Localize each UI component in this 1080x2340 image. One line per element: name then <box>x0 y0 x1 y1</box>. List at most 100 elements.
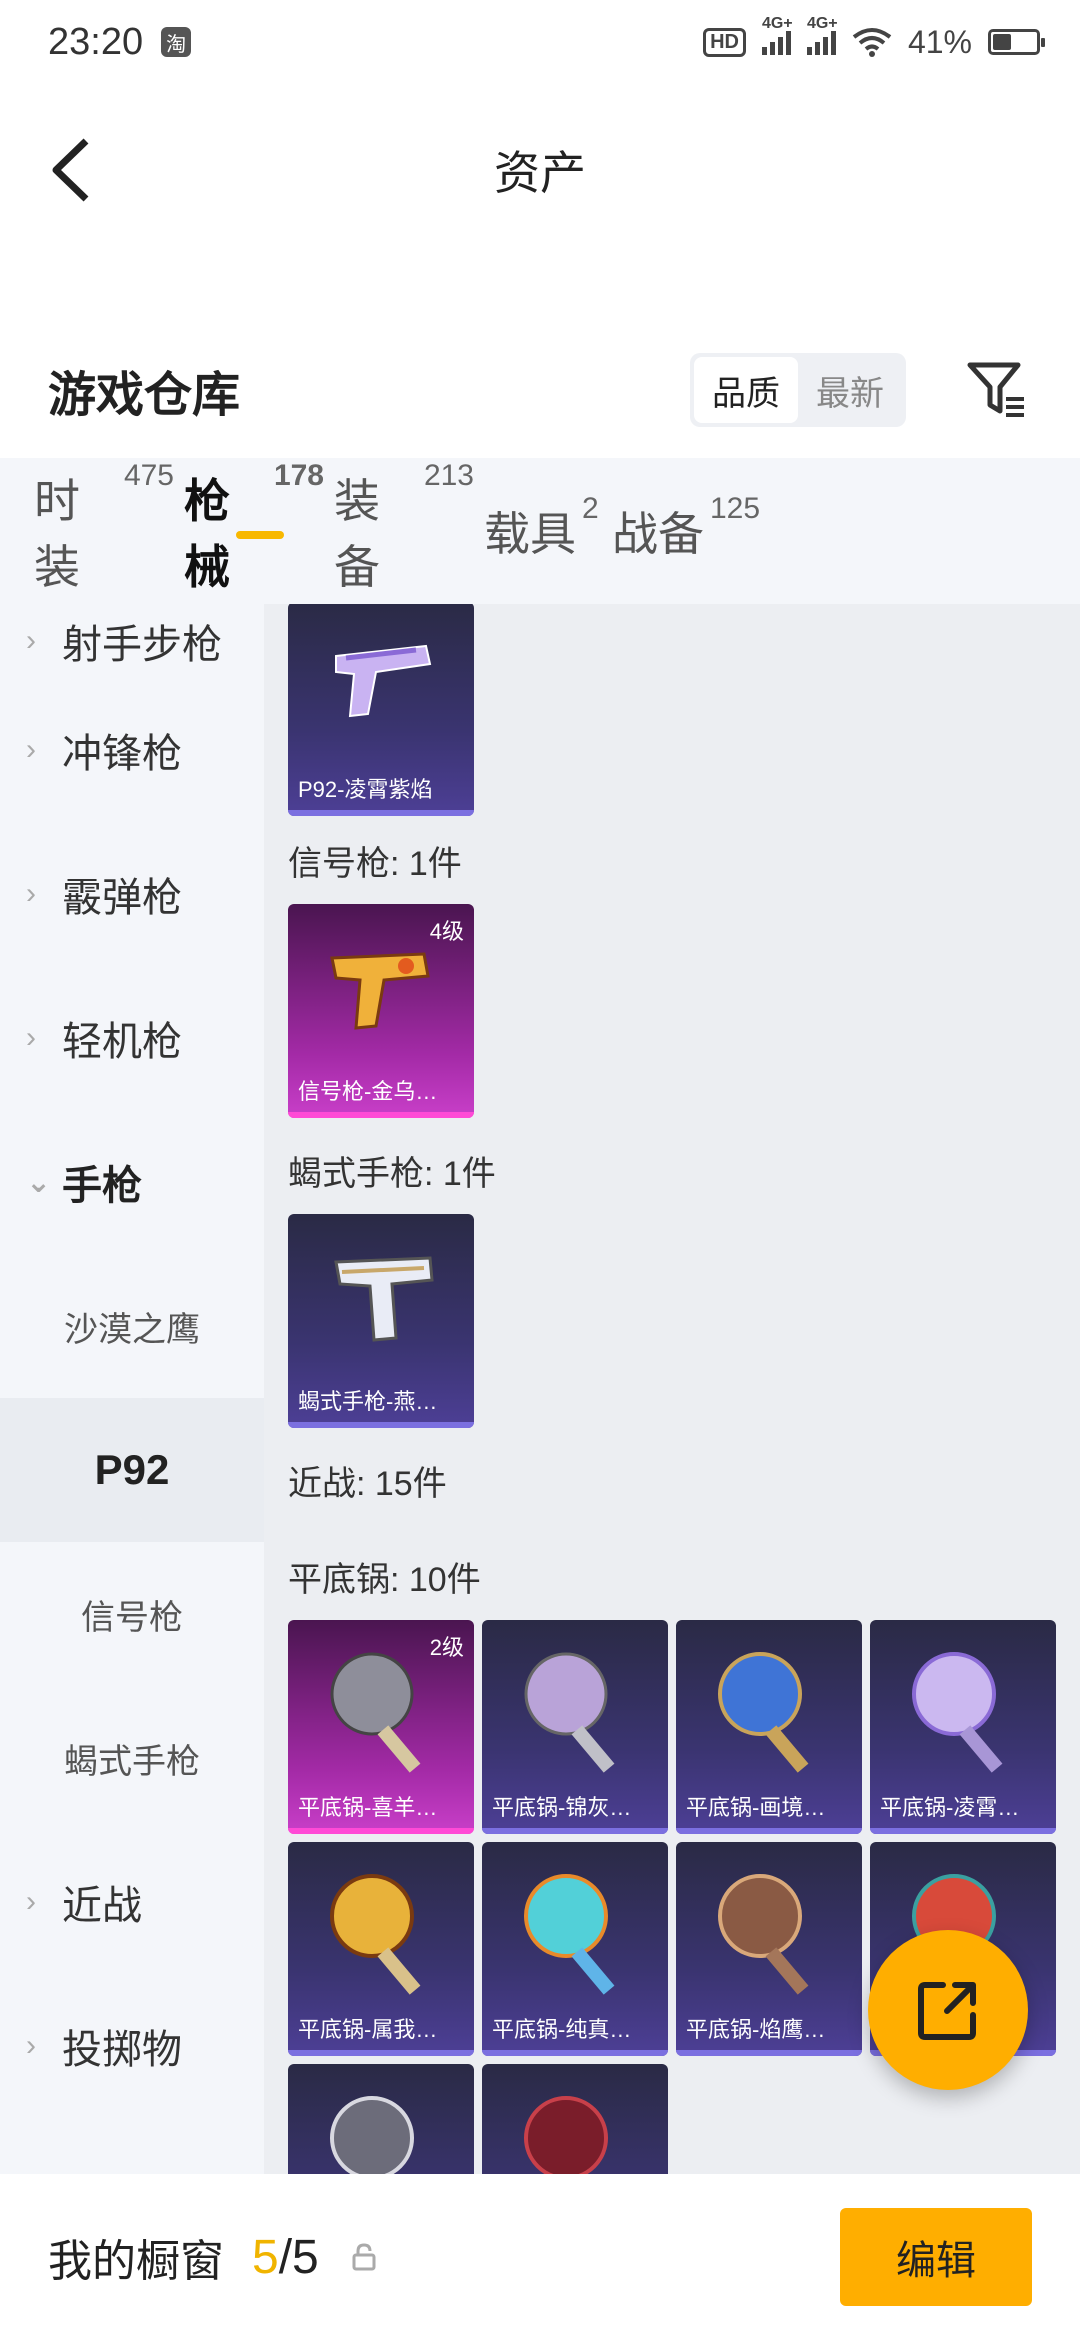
sidebar-item-label: 手枪 <box>62 1164 142 1208</box>
section-melee: 近战: 15件 <box>288 1465 447 1503</box>
tab-label: 战备 <box>612 508 704 560</box>
sidebar-item-lmg[interactable]: › 轻机枪 <box>0 966 264 1110</box>
rarity-bar <box>482 1828 668 1834</box>
sidebar-item-shotgun[interactable]: › 霰弹枪 <box>0 822 264 966</box>
rarity-bar <box>288 2050 474 2056</box>
sidebar-item-label: 霰弹枪 <box>62 876 182 920</box>
tab-vehicles[interactable]: 载具 2 <box>484 492 612 564</box>
back-button[interactable] <box>40 130 100 210</box>
tab-guns[interactable]: 枪械 178 <box>184 459 334 597</box>
item-card-flare-gun[interactable]: 4级 信号枪-金乌… <box>288 904 474 1118</box>
sidebar-item-scorpion[interactable]: 蝎式手枪 <box>0 1686 264 1830</box>
item-card-pan[interactable]: 平底锅-纯真… <box>482 1842 668 2056</box>
item-card-pan[interactable] <box>482 2064 668 2174</box>
chevron-left-icon <box>52 138 89 202</box>
item-card-scorpion[interactable]: 蝎式手枪-燕… <box>288 1214 474 1428</box>
level-badge: 2级 <box>429 1635 464 1660</box>
item-name: 平底锅-属我… <box>298 2017 438 2042</box>
sidebar-item-p92[interactable]: P92 <box>0 1398 264 1542</box>
sidebar-item-label: 蝎式手枪 <box>64 1742 200 1781</box>
rarity-bar <box>676 1828 862 1834</box>
rarity-bar <box>288 1112 474 1118</box>
tab-count: 475 <box>123 459 174 492</box>
item-card-p92[interactable]: P92-凌霄紫焰 <box>288 604 474 816</box>
sidebar-item-dmr[interactable]: › 射手步枪 <box>0 604 264 678</box>
filter-button[interactable] <box>962 355 1032 425</box>
sidebar-item-label: 沙漠之鹰 <box>64 1310 200 1349</box>
sidebar-item-label: 近战 <box>62 1884 142 1928</box>
sidebar-item-desert-eagle[interactable]: 沙漠之鹰 <box>0 1254 264 1398</box>
taobao-notification-icon: 淘 <box>161 27 192 57</box>
pan-art-icon <box>524 1874 615 1995</box>
rarity-bar <box>482 2050 668 2056</box>
item-card-pan[interactable] <box>288 2064 474 2174</box>
sidebar-item-flare-gun[interactable]: 信号枪 <box>0 1542 264 1686</box>
filter-icon <box>967 362 1024 417</box>
item-name: 平底锅-喜羊… <box>298 1795 438 1820</box>
sidebar-item-label: P92 <box>94 1446 170 1493</box>
item-name: 平底锅-纯真… <box>492 2017 632 2042</box>
section-pan: 平底锅: 10件 <box>288 1561 481 1599</box>
sidebar-item-label: 信号枪 <box>81 1598 183 1637</box>
item-card-pan[interactable]: 平底锅-画境… <box>676 1620 862 1834</box>
chevron-right-icon: › <box>26 877 36 910</box>
sort-quality[interactable]: 品质 <box>694 357 798 423</box>
sort-latest[interactable]: 最新 <box>798 357 902 423</box>
showcase-label: 我的橱窗 <box>48 2237 224 2286</box>
item-name: 蝎式手枪-燕… <box>298 1389 438 1414</box>
tab-equipment[interactable]: 装备 213 <box>334 459 484 597</box>
tab-count: 125 <box>710 492 761 525</box>
item-name: 平底锅-锦灰… <box>492 1795 632 1820</box>
signal-icon-2: 4G+ <box>806 15 838 55</box>
warehouse-title: 游戏仓库 <box>48 369 241 422</box>
showcase-count: 5/5 <box>252 2230 319 2285</box>
rarity-bar <box>288 1828 474 1834</box>
pan-art-icon <box>524 2096 608 2174</box>
item-card-pan[interactable]: 平底锅-凌霄… <box>870 1620 1056 1834</box>
pan-art-icon <box>912 1652 1003 1773</box>
sort-toggle: 品质 最新 <box>690 353 906 427</box>
showcase-total: /5 <box>278 2230 319 2284</box>
chevron-right-icon: › <box>26 1885 36 1918</box>
rarity-bar <box>870 1828 1056 1834</box>
chevron-down-icon: ⌄ <box>26 1165 52 1199</box>
chevron-right-icon: › <box>26 1021 36 1054</box>
network-type-1: 4G+ <box>761 15 793 32</box>
tab-label: 载具 <box>484 508 576 560</box>
scorpion-pistol-art-icon <box>334 1256 434 1342</box>
tab-label: 装备 <box>334 475 380 593</box>
tab-gear[interactable]: 战备 125 <box>612 492 772 564</box>
section-scorpion: 蝎式手枪: 1件 <box>288 1155 496 1193</box>
edit-button[interactable]: 编辑 <box>840 2208 1032 2306</box>
sidebar-item-label: 轻机枪 <box>62 1020 182 1064</box>
showcase-current: 5 <box>252 2230 279 2284</box>
item-card-pan[interactable]: 平底锅-锦灰… <box>482 1620 668 1834</box>
sidebar-item-smg[interactable]: › 冲锋枪 <box>0 678 264 822</box>
showcase-bar: 我的橱窗 5/5 编辑 <box>0 2174 1080 2340</box>
battery-percent: 41% <box>907 23 972 60</box>
tab-label: 时装 <box>34 475 80 593</box>
item-card-pan[interactable]: 平底锅-属我… <box>288 1842 474 2056</box>
item-card-pan[interactable]: 2级 平底锅-喜羊… <box>288 1620 474 1834</box>
sidebar-item-pistol[interactable]: ⌄ 手枪 <box>0 1110 264 1254</box>
item-card-pan[interactable]: 平底锅-焰鹰… <box>676 1842 862 2056</box>
tab-count: 213 <box>423 459 474 492</box>
sidebar-item-label: 冲锋枪 <box>62 732 182 776</box>
tab-fashion[interactable]: 时装 475 <box>34 459 184 597</box>
sidebar-item-melee[interactable]: › 近战 <box>0 1830 264 1974</box>
item-name: 平底锅-凌霄… <box>880 1795 1020 1820</box>
status-indicators: HD 4G+ 4G+ 41% <box>703 15 1045 61</box>
sidebar-item-label: 射手步枪 <box>62 623 222 667</box>
chevron-right-icon: › <box>26 733 36 766</box>
item-name: 信号枪-金乌… <box>298 1079 438 1104</box>
pan-art-icon <box>330 2096 414 2174</box>
warehouse-header: 游戏仓库 品质 最新 <box>0 330 1080 450</box>
active-tab-indicator <box>236 531 284 539</box>
sidebar-item-throwables[interactable]: › 投掷物 <box>0 1974 264 2118</box>
chevron-right-icon: › <box>26 2029 36 2062</box>
rarity-bar <box>288 1422 474 1428</box>
item-name: 平底锅-焰鹰… <box>686 2017 826 2042</box>
share-button[interactable] <box>868 1930 1028 2090</box>
wifi-icon <box>852 28 892 57</box>
category-sidebar: › 射手步枪 › 冲锋枪 › 霰弹枪 › 轻机枪 ⌄ 手枪 沙漠之鹰 P92 信号枪 蝎式… <box>0 604 264 2174</box>
